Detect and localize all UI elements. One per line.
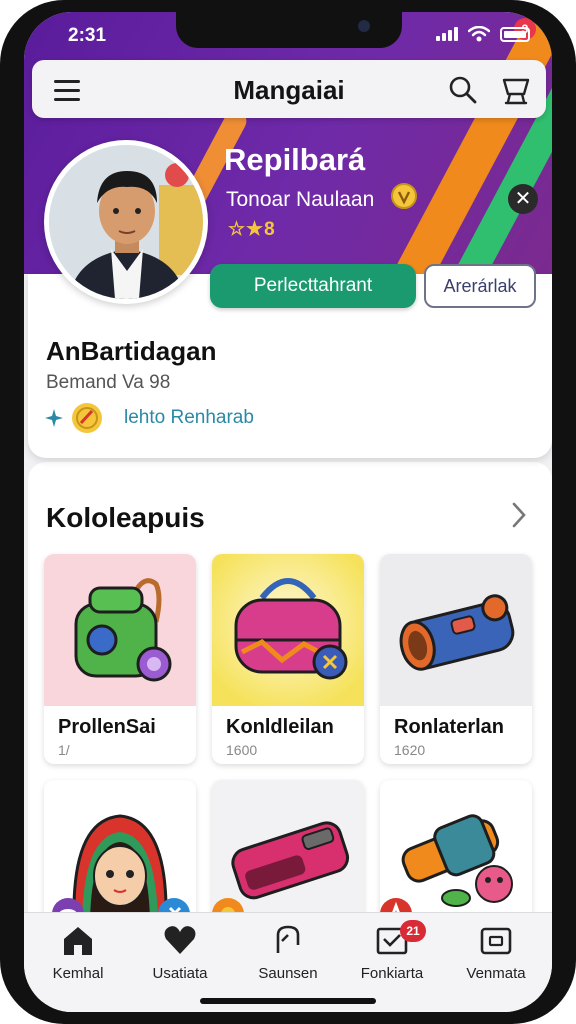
signal-icon bbox=[436, 27, 458, 41]
coin-icon bbox=[391, 183, 417, 209]
status-icons bbox=[436, 26, 530, 42]
status-time: 2:31 bbox=[68, 25, 107, 46]
nav-item-search[interactable]: Saunsen bbox=[236, 923, 340, 982]
nav-label: Fonkiarta bbox=[360, 965, 424, 982]
top-app-bar: Mangaiai bbox=[32, 60, 546, 118]
avatar[interactable] bbox=[44, 140, 208, 304]
nav-label: Saunsen bbox=[258, 965, 318, 982]
item-price: 1620 bbox=[394, 742, 426, 758]
profile-name: Repilbará bbox=[224, 142, 366, 177]
hanger-icon bbox=[276, 925, 300, 953]
nav-item-messages[interactable]: Fonkiarta bbox=[340, 923, 444, 982]
collection-item-card[interactable]: Ronlaterlan 1620 bbox=[380, 554, 532, 764]
wifi-icon bbox=[468, 26, 490, 42]
heart-icon bbox=[164, 926, 196, 954]
close-button[interactable]: ✕ bbox=[508, 184, 538, 214]
home-icon bbox=[64, 927, 92, 955]
item-price: 1600 bbox=[226, 742, 258, 758]
chevron-right-icon[interactable] bbox=[508, 498, 530, 532]
primary-action-button[interactable]: Perlecttahrant bbox=[210, 264, 416, 308]
secondary-action-button[interactable]: Arerárlak bbox=[424, 264, 536, 308]
phone-frame: 2:31 Mangaiai 3 Repilbará Tonoar Naulaan… bbox=[0, 0, 576, 1024]
bottom-navigation: Kemhal Usatiata Saunsen Fonkiarta Venmat… bbox=[24, 912, 552, 1012]
camera-icon bbox=[358, 20, 370, 32]
item-name: Ronlaterlan bbox=[394, 716, 505, 738]
collection-item-card[interactable]: Konldleilan 1600 bbox=[212, 554, 364, 764]
duffel-bag-image bbox=[212, 554, 364, 706]
item-name: Konldleilan bbox=[226, 716, 334, 738]
collection-item-card[interactable]: ProllenSai 1/ bbox=[44, 554, 196, 764]
profile-card-subtitle: Bemand Va 98 bbox=[46, 372, 171, 393]
sparkle-icon bbox=[45, 409, 63, 427]
nav-label: Kemhal bbox=[52, 965, 104, 982]
nav-item-home[interactable]: Kemhal bbox=[26, 923, 130, 982]
profile-tags: lehto Renharab bbox=[44, 402, 254, 434]
notification-badge: 21 bbox=[400, 920, 426, 942]
card-icon bbox=[480, 927, 512, 955]
profile-photo bbox=[49, 145, 203, 299]
nav-label: Venmata bbox=[466, 965, 526, 982]
backpack-image bbox=[44, 554, 196, 706]
profile-rating: ☆★8 bbox=[228, 219, 276, 240]
badge-icon bbox=[72, 403, 102, 433]
notch bbox=[176, 12, 402, 48]
profile-card-title: AnBartidagan bbox=[46, 336, 217, 366]
screen: 2:31 Mangaiai 3 Repilbará Tonoar Naulaan… bbox=[24, 12, 552, 1012]
battery-icon bbox=[500, 26, 530, 42]
collection-title: Kololeapuis bbox=[46, 502, 205, 533]
cart-icon[interactable] bbox=[498, 72, 534, 108]
profile-tag-text[interactable]: lehto Renharab bbox=[124, 407, 254, 429]
item-price: 1/ bbox=[58, 742, 70, 758]
nav-item-favorites[interactable]: Usatiata bbox=[128, 923, 232, 982]
home-indicator bbox=[200, 998, 376, 1004]
search-icon[interactable] bbox=[448, 75, 478, 105]
nav-item-profile[interactable]: Venmata bbox=[444, 923, 548, 982]
item-name: ProllenSai bbox=[58, 716, 156, 738]
pencil-case-image bbox=[380, 554, 532, 706]
nav-label: Usatiata bbox=[152, 965, 208, 982]
profile-subtitle: Tonoar Naulaan bbox=[226, 188, 375, 211]
